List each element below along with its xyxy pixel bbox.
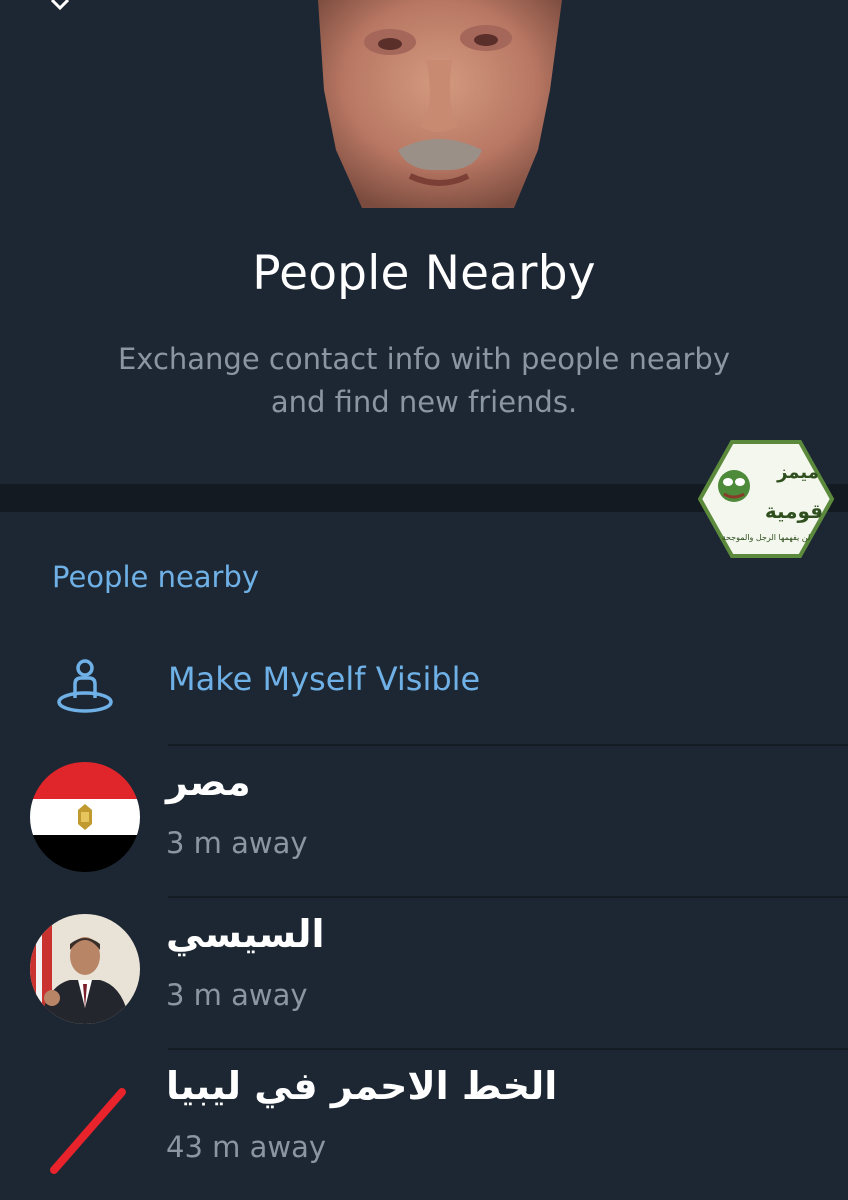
- nearby-person-row[interactable]: مصر 3 m away: [0, 744, 848, 894]
- nearby-person-row[interactable]: الخط الاحمر في ليبيا 43 m away: [0, 1048, 848, 1198]
- page-title: People Nearby: [252, 246, 596, 301]
- person-name: الخط الاحمر في ليبيا: [166, 1064, 558, 1108]
- row-divider: [168, 744, 848, 746]
- profile-header: People Nearby Exchange contact info with…: [0, 0, 848, 484]
- row-divider: [168, 1048, 848, 1050]
- watermark-logo: ميمز قومية لن يفهمها الرجل والموجحة: [697, 440, 835, 558]
- nearby-person-row[interactable]: السيسي 3 m away: [0, 896, 848, 1046]
- person-distance: 3 m away: [166, 978, 308, 1012]
- svg-text:ميمز: ميمز: [776, 462, 819, 483]
- person-name: مصر: [166, 760, 251, 804]
- row-divider: [168, 896, 848, 898]
- page-subtitle: Exchange contact info with people nearby…: [117, 342, 731, 419]
- person-pin-icon: [57, 659, 113, 713]
- profile-photo: [318, 0, 562, 208]
- portrait-avatar: [30, 914, 140, 1024]
- person-distance: 43 m away: [166, 1130, 327, 1164]
- back-arrow-icon[interactable]: [48, 0, 72, 12]
- person-name: السيسي: [166, 912, 325, 956]
- make-myself-visible-button[interactable]: Make Myself Visible: [0, 632, 848, 744]
- section-header: People nearby: [52, 560, 260, 594]
- svg-text:لن يفهمها الرجل والموجحة: لن يفهمها الرجل والموجحة: [722, 533, 811, 542]
- person-distance: 3 m away: [166, 826, 308, 860]
- make-myself-visible-label: Make Myself Visible: [168, 660, 481, 698]
- egypt-flag-avatar: [30, 762, 140, 872]
- svg-text:قومية: قومية: [765, 499, 823, 523]
- red-line-avatar: [30, 1066, 140, 1176]
